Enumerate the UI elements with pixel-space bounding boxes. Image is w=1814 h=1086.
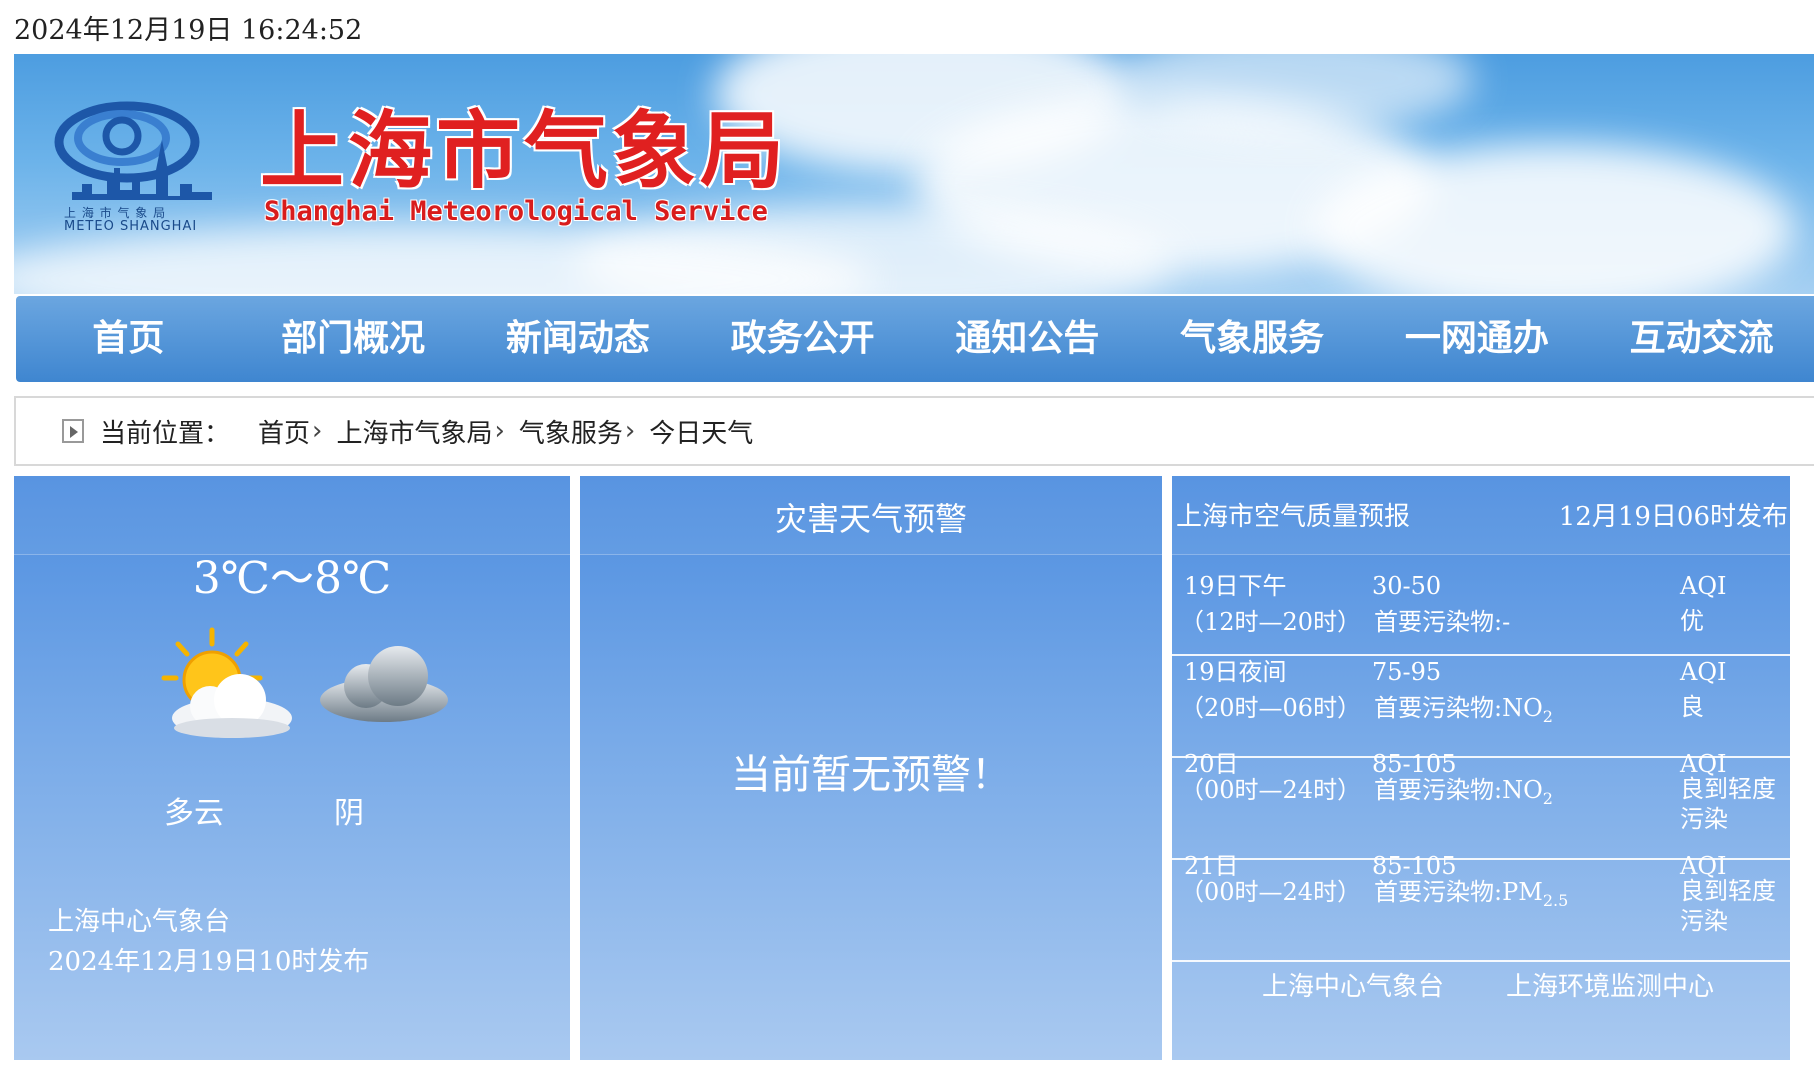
aq-period: （00时—24时） [1180, 776, 1362, 804]
aq-row: 21日 85-105 AQI （00时—24时） 首要污染物:PM2.5 良到轻… [1172, 852, 1790, 962]
aq-label: AQI [1680, 572, 1727, 600]
aq-period: （12时—20时） [1180, 608, 1362, 636]
partly-cloudy-icon [161, 627, 292, 738]
play-arrow-icon [62, 419, 84, 443]
aq-level: 优 [1680, 607, 1704, 635]
nav-item-notices[interactable]: 通知公告 [915, 296, 1140, 382]
breadcrumb-home[interactable]: 首页 [258, 413, 310, 450]
aq-day: 19日下午 [1184, 572, 1287, 600]
nav-item-online-services[interactable]: 一网通办 [1365, 296, 1590, 382]
aq-range: 75-95 [1372, 658, 1442, 686]
page-timestamp: 2024年12月19日 16:24:52 [14, 15, 363, 46]
breadcrumb-bureau[interactable]: 上海市气象局 [336, 413, 492, 450]
breadcrumb-today-weather[interactable]: 今日天气 [649, 413, 753, 450]
nav-item-home[interactable]: 首页 [16, 296, 241, 382]
breadcrumb-separator: › [312, 416, 323, 446]
aq-level: 良到轻度污染 [1680, 775, 1776, 832]
main-nav: 首页 部门概况 新闻动态 政务公开 通知公告 气象服务 一网通办 互动交流 [16, 296, 1814, 382]
aq-period: （20时—06时） [1180, 694, 1362, 722]
aq-footer-meteo-center[interactable]: 上海中心气象台 [1262, 966, 1444, 1003]
warning-title: 灾害天气预警 [774, 500, 967, 538]
nav-item-news[interactable]: 新闻动态 [466, 296, 691, 382]
aq-level: 良到轻度污染 [1680, 877, 1776, 934]
aq-label: AQI [1680, 658, 1727, 686]
temperature-range: 3℃～8℃ [192, 553, 392, 604]
breadcrumb-separator: › [624, 416, 636, 446]
nav-item-weather-services[interactable]: 气象服务 [1140, 296, 1365, 382]
warning-message: 当前暂无预警！ [731, 752, 1011, 798]
site-title-en: Shanghai Meteorological Service [264, 196, 768, 227]
air-quality-panel: 上海市空气质量预报 12月19日06时发布 19日下午 30-50 AQI （1… [1172, 476, 1790, 1060]
breadcrumb-label: 当前位置： [100, 418, 231, 449]
aq-pollutant: 首要污染物:NO2 [1374, 776, 1553, 808]
aq-row: 19日夜间 75-95 AQI （20时—06时） 首要污染物:NO2 良 [1172, 656, 1790, 758]
condition-label-1: 多云 [164, 796, 224, 831]
aq-row: 20日 85-105 AQI （00时—24时） 首要污染物:NO2 良到轻度污… [1172, 750, 1790, 860]
air-quality-published: 12月19日06时发布 [1558, 502, 1788, 532]
aq-pollutant: 首要污染物:- [1374, 608, 1511, 636]
logo-caption: 上 海 市 气 象 局 METEO SHANGHAI [64, 206, 198, 234]
nav-item-departments[interactable]: 部门概况 [241, 296, 466, 382]
breadcrumb: 当前位置： 首页 › 上海市气象局 › 气象服务 › 今日天气 [14, 396, 1814, 466]
aq-pollutant: 首要污染物:NO2 [1374, 694, 1553, 726]
aq-level: 良 [1680, 693, 1704, 721]
aq-period: （00时—24时） [1180, 878, 1362, 906]
breadcrumb-weather-services[interactable]: 气象服务 [519, 413, 623, 450]
warning-panel: 灾害天气预警 当前暂无预警！ [580, 476, 1162, 1060]
forecast-panel: 3℃～8℃ 多云 阴 上海中心气象台 2024年12月19日10时发布 [14, 476, 570, 1060]
aq-day: 19日夜间 [1184, 658, 1287, 686]
aq-pollutant: 首要污染物:PM2.5 [1374, 878, 1569, 910]
condition-label-2: 阴 [334, 796, 364, 831]
site-title-cn[interactable]: 上海市气象局 [260, 84, 788, 205]
header-banner: 上 海 市 气 象 局 METEO SHANGHAI 上海市气象局 Shangh… [14, 54, 1814, 294]
aq-footer-env-monitoring[interactable]: 上海环境监测中心 [1506, 966, 1714, 1003]
air-quality-title: 上海市空气质量预报 [1176, 502, 1411, 532]
nav-item-government-affairs[interactable]: 政务公开 [690, 296, 915, 382]
forecast-issuer: 上海中心气象台 2024年12月19日10时发布 [48, 907, 370, 977]
aq-row: 19日下午 30-50 AQI （12时—20时） 首要污染物:- 优 [1172, 554, 1790, 656]
aq-range: 30-50 [1372, 572, 1442, 600]
breadcrumb-separator: › [494, 416, 505, 446]
overcast-cloud-icon [320, 646, 448, 722]
nav-item-interaction[interactable]: 互动交流 [1589, 296, 1814, 382]
